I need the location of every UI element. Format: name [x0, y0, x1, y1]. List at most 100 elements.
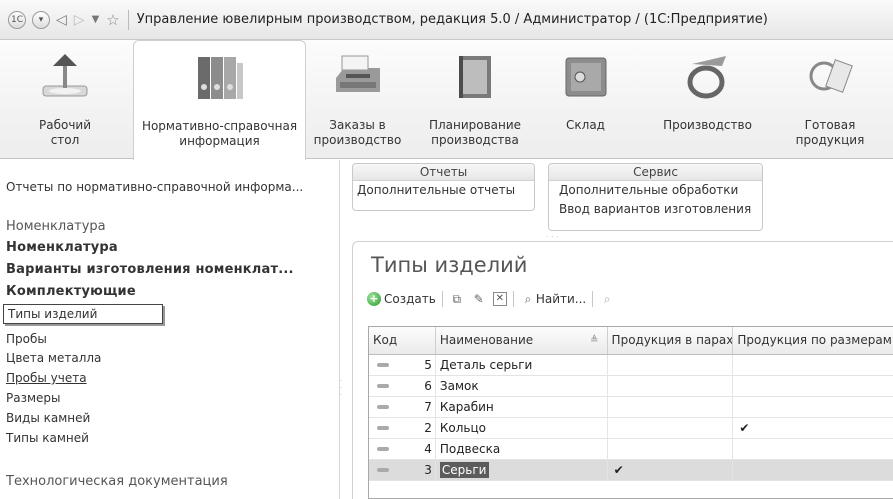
form-toolbar: + Создать ⧉ ✎ ✕ ⌕ Найти... ⌕	[367, 288, 621, 310]
table-row[interactable]: 4 Подвеска	[369, 439, 893, 460]
nav-item-nomenclature[interactable]: Номенклатура	[6, 240, 118, 255]
table-row-selected[interactable]: 3 Серьги ✔	[369, 460, 893, 481]
edit-button[interactable]: ✎	[471, 291, 487, 307]
pairs-cell	[608, 418, 734, 438]
service-group-title: Сервис	[549, 164, 762, 181]
splitter-handle[interactable]: · · ·	[340, 378, 342, 399]
table-row[interactable]: 6 Замок	[369, 376, 893, 397]
column-header-pairs[interactable]: Продукция в парах	[608, 327, 734, 354]
group-nomenclature: Номенклатура	[6, 219, 106, 234]
catalog-item-icon	[377, 426, 389, 430]
additional-processing-link[interactable]: Дополнительные обработки	[549, 181, 762, 200]
column-header-name[interactable]: Наименование ≜	[436, 327, 608, 354]
find-button[interactable]: ⌕ Найти...	[520, 291, 586, 307]
nav-item-components[interactable]: Комплектующие	[6, 284, 136, 299]
catalog-item-icon	[377, 363, 389, 367]
table-header: Код Наименование ≜ Продукция в парах Про…	[369, 327, 893, 355]
pairs-cell	[608, 439, 734, 459]
cancel-search-icon: ⌕	[603, 291, 611, 306]
dropdown-menu-icon[interactable]: ▾	[32, 10, 50, 29]
sizes-cell	[733, 397, 893, 417]
create-label: Создать	[384, 292, 436, 306]
section-warehouse[interactable]: Склад	[548, 40, 623, 159]
column-header-code[interactable]: Код	[369, 327, 436, 354]
name-cell: Подвеска	[436, 439, 608, 459]
fax-icon	[336, 55, 380, 92]
section-label: Нормативно-справочная информация	[141, 119, 298, 148]
catalog-item-icon	[377, 384, 389, 388]
section-label: Готовая продукция	[795, 118, 865, 147]
catalog-item-icon	[377, 405, 389, 409]
forward-arrow-icon[interactable]: ▷	[74, 12, 85, 28]
magnifier-icon: ⌕	[524, 291, 532, 306]
section-orders[interactable]: Заказы в производство	[310, 40, 405, 159]
pairs-cell	[608, 397, 734, 417]
sections-panel: Рабочий стол Нормативно-справочная информа…	[0, 40, 893, 160]
planner-book-icon	[459, 56, 491, 98]
sizes-cell	[733, 376, 893, 396]
group-tech-docs: Технологическая документация	[6, 474, 228, 489]
splitter-handle-horizontal[interactable]: ···	[546, 233, 562, 241]
catalog-item-icon	[377, 447, 389, 451]
nav-item-probes[interactable]: Пробы	[6, 332, 47, 346]
section-reference-info[interactable]: Нормативно-справочная информация	[133, 40, 306, 160]
nav-item-variants[interactable]: Варианты изготовления номенклат...	[6, 262, 294, 277]
code-cell: 6	[369, 376, 436, 396]
additional-reports-link[interactable]: Дополнительные отчеты	[353, 181, 534, 200]
variants-input-link[interactable]: Ввод вариантов изготовления	[549, 200, 762, 219]
product-types-table: Код Наименование ≜ Продукция в парах Про…	[368, 326, 893, 499]
sizes-cell	[733, 439, 893, 459]
divider	[127, 9, 129, 30]
name-cell: Серьги	[436, 460, 608, 480]
nav-item-accounting-probes[interactable]: Пробы учета	[6, 371, 87, 385]
app-menu-icon[interactable]: 1C	[8, 10, 26, 29]
history-dropdown-icon[interactable]: ▼	[92, 14, 100, 25]
pairs-cell	[608, 355, 734, 375]
section-label: Склад	[566, 118, 605, 132]
pairs-cell	[608, 376, 734, 396]
reports-group-title: Отчеты	[353, 164, 534, 181]
service-group: Сервис Дополнительные обработки Ввод вар…	[548, 163, 763, 231]
desk-lamp-icon	[42, 54, 88, 97]
name-cell: Кольцо	[436, 418, 608, 438]
back-arrow-icon[interactable]: ◁	[56, 12, 67, 28]
delete-button[interactable]: ✕	[492, 292, 507, 306]
section-finished-products[interactable]: Готовая продукция	[780, 40, 880, 159]
nav-item-sizes[interactable]: Размеры	[6, 391, 61, 405]
section-desktop[interactable]: Рабочий стол	[10, 40, 120, 159]
divider	[592, 291, 594, 307]
cancel-search-button[interactable]: ⌕	[599, 291, 615, 307]
nav-item-metal-colors[interactable]: Цвета металла	[6, 351, 101, 365]
table-row[interactable]: 7 Карабин	[369, 397, 893, 418]
sizes-cell: ✔	[739, 421, 750, 435]
section-production[interactable]: Производство	[650, 40, 765, 159]
column-name-label: Наименование	[439, 333, 534, 347]
favorites-star-icon[interactable]: ☆	[106, 11, 119, 29]
reports-link[interactable]: Отчеты по нормативно-справочной информа.…	[6, 180, 303, 194]
column-header-sizes[interactable]: Продукция по размерам	[733, 327, 893, 354]
create-button[interactable]: + Создать	[367, 292, 436, 306]
divider	[512, 291, 514, 307]
catalog-item-icon	[377, 468, 389, 472]
section-planning[interactable]: Планирование производства	[420, 40, 530, 159]
copy-button[interactable]: ⧉	[449, 291, 465, 307]
section-label: Рабочий стол	[38, 118, 92, 147]
code-cell: 2	[369, 418, 436, 438]
navigation-panel: Отчеты по нормативно-справочной информа.…	[0, 160, 340, 499]
nav-item-stone-types[interactable]: Типы камней	[6, 431, 89, 445]
nav-item-product-types[interactable]: Типы изделий	[3, 304, 163, 324]
nav-item-stone-kinds[interactable]: Виды камней	[6, 411, 90, 425]
section-label: Производство	[663, 118, 752, 132]
safe-icon	[565, 57, 607, 97]
name-cell: Замок	[436, 376, 608, 396]
name-cell: Деталь серьги	[436, 355, 608, 375]
sizes-cell	[733, 460, 893, 480]
table-row[interactable]: 2 Кольцо ✔	[369, 418, 893, 439]
reports-group: Отчеты Дополнительные отчеты	[352, 163, 535, 211]
delete-mark-icon: ✕	[492, 292, 507, 306]
code-cell: 5	[369, 355, 436, 375]
code-cell: 7	[369, 397, 436, 417]
code-cell: 4	[369, 439, 436, 459]
table-row[interactable]: 5 Деталь серьги	[369, 355, 893, 376]
sizes-cell	[733, 355, 893, 375]
